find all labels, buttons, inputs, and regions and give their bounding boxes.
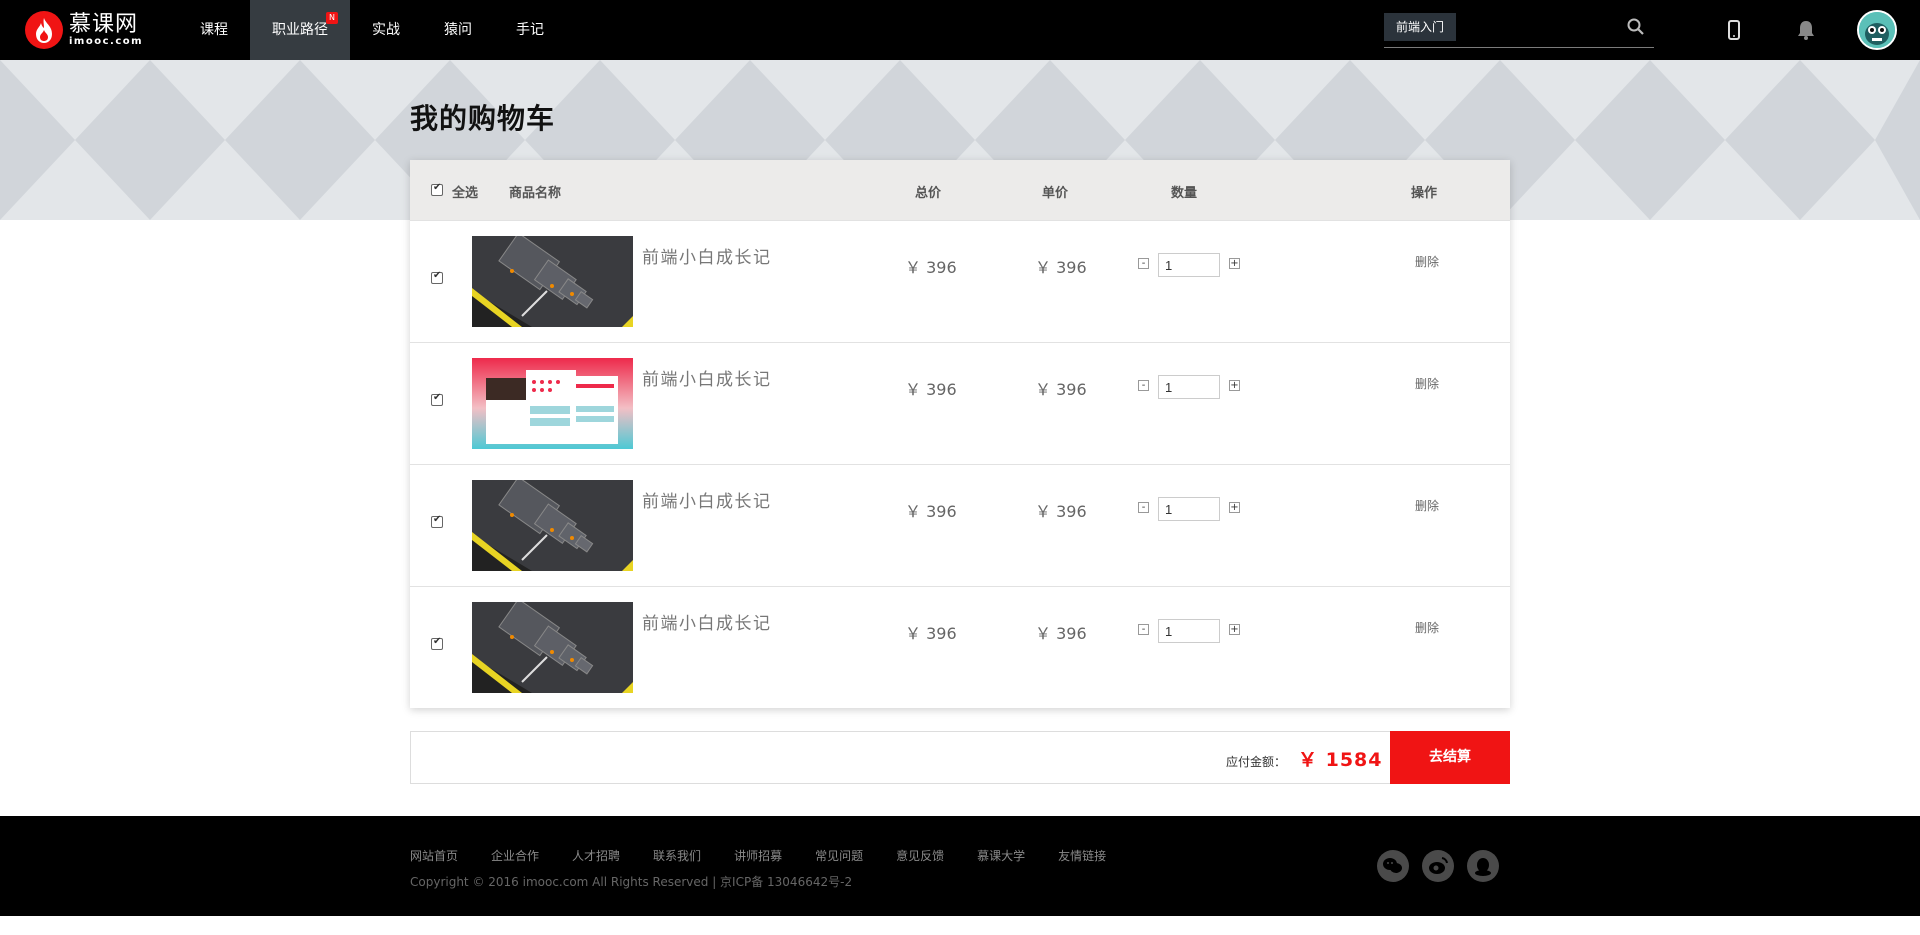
bell-icon[interactable] xyxy=(1793,17,1819,43)
col-header-action: 操作 xyxy=(1411,186,1438,201)
footer-link-jobs[interactable]: 人才招聘 xyxy=(572,847,620,864)
nav-item-courses[interactable]: 课程 xyxy=(178,0,250,60)
cart-header-row: 全选 商品名称 总价 单价 数量 操作 xyxy=(410,160,1510,220)
item-unit-price: ￥ 396 xyxy=(1035,258,1087,277)
select-all-label: 全选 xyxy=(452,186,479,201)
product-name[interactable]: 前端小白成长记 xyxy=(642,243,772,268)
qty-input[interactable] xyxy=(1158,375,1220,399)
qty-increase-button[interactable]: + xyxy=(1229,258,1240,269)
product-thumbnail[interactable] xyxy=(472,358,633,449)
item-unit-price: ￥ 396 xyxy=(1035,502,1087,521)
cart-row: 前端小白成长记 ￥ 396 ￥ 396 - + 删除 xyxy=(410,464,1510,586)
site-logo[interactable]: 慕课网 imooc.com xyxy=(25,10,155,50)
delete-link[interactable]: 删除 xyxy=(1415,375,1439,392)
product-thumbnail[interactable] xyxy=(472,480,633,571)
footer-links: 网站首页 企业合作 人才招聘 联系我们 讲师招募 常见问题 意见反馈 慕课大学 … xyxy=(410,847,1139,864)
qty-increase-button[interactable]: + xyxy=(1229,624,1240,635)
product-thumbnail[interactable] xyxy=(472,236,633,327)
qty-decrease-button[interactable]: - xyxy=(1138,258,1149,269)
page-title: 我的购物车 xyxy=(410,102,556,135)
nav-item-practice[interactable]: 实战 xyxy=(350,0,422,60)
footer-link-home[interactable]: 网站首页 xyxy=(410,847,458,864)
amount-due-label: 应付金额： xyxy=(1226,755,1287,769)
product-thumbnail[interactable] xyxy=(472,602,633,693)
qq-icon[interactable] xyxy=(1467,850,1499,882)
cart-row: 前端小白成长记 ￥ 396 ￥ 396 - + 删除 xyxy=(410,586,1510,708)
col-header-qty: 数量 xyxy=(1171,186,1198,201)
item-total-price: ￥ 396 xyxy=(905,624,957,643)
top-header: 慕课网 imooc.com 课程 职业路径 N 实战 猿问 手记 前端入门 xyxy=(0,0,1920,60)
search-input[interactable] xyxy=(1464,13,1624,41)
checkout-button[interactable]: 去结算 xyxy=(1390,731,1510,784)
product-name[interactable]: 前端小白成长记 xyxy=(642,609,772,634)
cart-row: 前端小白成长记 ￥ 396 ￥ 396 - + 删除 xyxy=(410,342,1510,464)
qty-decrease-button[interactable]: - xyxy=(1138,502,1149,513)
nav-item-career-path[interactable]: 职业路径 N xyxy=(250,0,350,60)
avatar[interactable] xyxy=(1857,10,1897,50)
footer-link-feedback[interactable]: 意见反馈 xyxy=(896,847,944,864)
product-name[interactable]: 前端小白成长记 xyxy=(642,487,772,512)
amount-due-value: ￥ 1584 xyxy=(1298,749,1383,771)
qty-increase-button[interactable]: + xyxy=(1229,502,1240,513)
copyright-text: Copyright © 2016 imooc.com All Rights Re… xyxy=(410,875,853,889)
wechat-icon[interactable] xyxy=(1377,850,1409,882)
item-checkbox[interactable] xyxy=(431,514,443,528)
item-total-price: ￥ 396 xyxy=(905,258,957,277)
footer-link-faq[interactable]: 常见问题 xyxy=(815,847,863,864)
logo-text-en: imooc.com xyxy=(69,36,144,47)
flame-icon xyxy=(25,11,63,49)
cart-row: 前端小白成长记 ￥ 396 ￥ 396 - + 删除 xyxy=(410,220,1510,342)
qty-decrease-button[interactable]: - xyxy=(1138,624,1149,635)
qty-increase-button[interactable]: + xyxy=(1229,380,1240,391)
item-unit-price: ￥ 396 xyxy=(1035,380,1087,399)
footer-link-teachers[interactable]: 讲师招募 xyxy=(734,847,782,864)
delete-link[interactable]: 删除 xyxy=(1415,497,1439,514)
item-checkbox[interactable] xyxy=(431,392,443,406)
logo-text-cn: 慕课网 xyxy=(69,12,139,37)
new-badge: N xyxy=(326,12,338,24)
qty-decrease-button[interactable]: - xyxy=(1138,380,1149,391)
footer-link-university[interactable]: 慕课大学 xyxy=(977,847,1025,864)
item-checkbox[interactable] xyxy=(431,270,443,284)
nav-item-qa[interactable]: 猿问 xyxy=(422,0,494,60)
select-all-checkbox[interactable] xyxy=(431,182,443,196)
delete-link[interactable]: 删除 xyxy=(1415,619,1439,636)
footer-link-friends[interactable]: 友情链接 xyxy=(1058,847,1106,864)
nav-item-label: 职业路径 xyxy=(272,22,328,38)
nav-item-notes[interactable]: 手记 xyxy=(494,0,566,60)
footer-link-business[interactable]: 企业合作 xyxy=(491,847,539,864)
cart-table: 全选 商品名称 总价 单价 数量 操作 前端小白成长记 ￥ 396 ￥ 396 … xyxy=(410,160,1510,708)
search-hot-tag[interactable]: 前端入门 xyxy=(1384,13,1457,41)
weibo-icon[interactable] xyxy=(1422,850,1454,882)
col-header-name: 商品名称 xyxy=(509,186,562,201)
delete-link[interactable]: 删除 xyxy=(1415,253,1439,270)
qty-input[interactable] xyxy=(1158,253,1220,277)
product-name[interactable]: 前端小白成长记 xyxy=(642,365,772,390)
item-checkbox[interactable] xyxy=(431,636,443,650)
item-total-price: ￥ 396 xyxy=(905,502,957,521)
qty-input[interactable] xyxy=(1158,619,1220,643)
search-icon[interactable] xyxy=(1626,17,1646,37)
checkout-bar: 应付金额： ￥ 1584 去结算 xyxy=(410,731,1510,784)
col-header-unit: 单价 xyxy=(1042,186,1069,201)
item-total-price: ￥ 396 xyxy=(905,380,957,399)
site-footer: 网站首页 企业合作 人才招聘 联系我们 讲师招募 常见问题 意见反馈 慕课大学 … xyxy=(0,816,1920,916)
item-unit-price: ￥ 396 xyxy=(1035,624,1087,643)
col-header-total: 总价 xyxy=(915,186,942,201)
main-nav: 课程 职业路径 N 实战 猿问 手记 xyxy=(178,0,566,60)
search-box: 前端入门 xyxy=(1384,11,1654,48)
footer-link-contact[interactable]: 联系我们 xyxy=(653,847,701,864)
qty-input[interactable] xyxy=(1158,497,1220,521)
mobile-icon[interactable] xyxy=(1721,17,1747,43)
